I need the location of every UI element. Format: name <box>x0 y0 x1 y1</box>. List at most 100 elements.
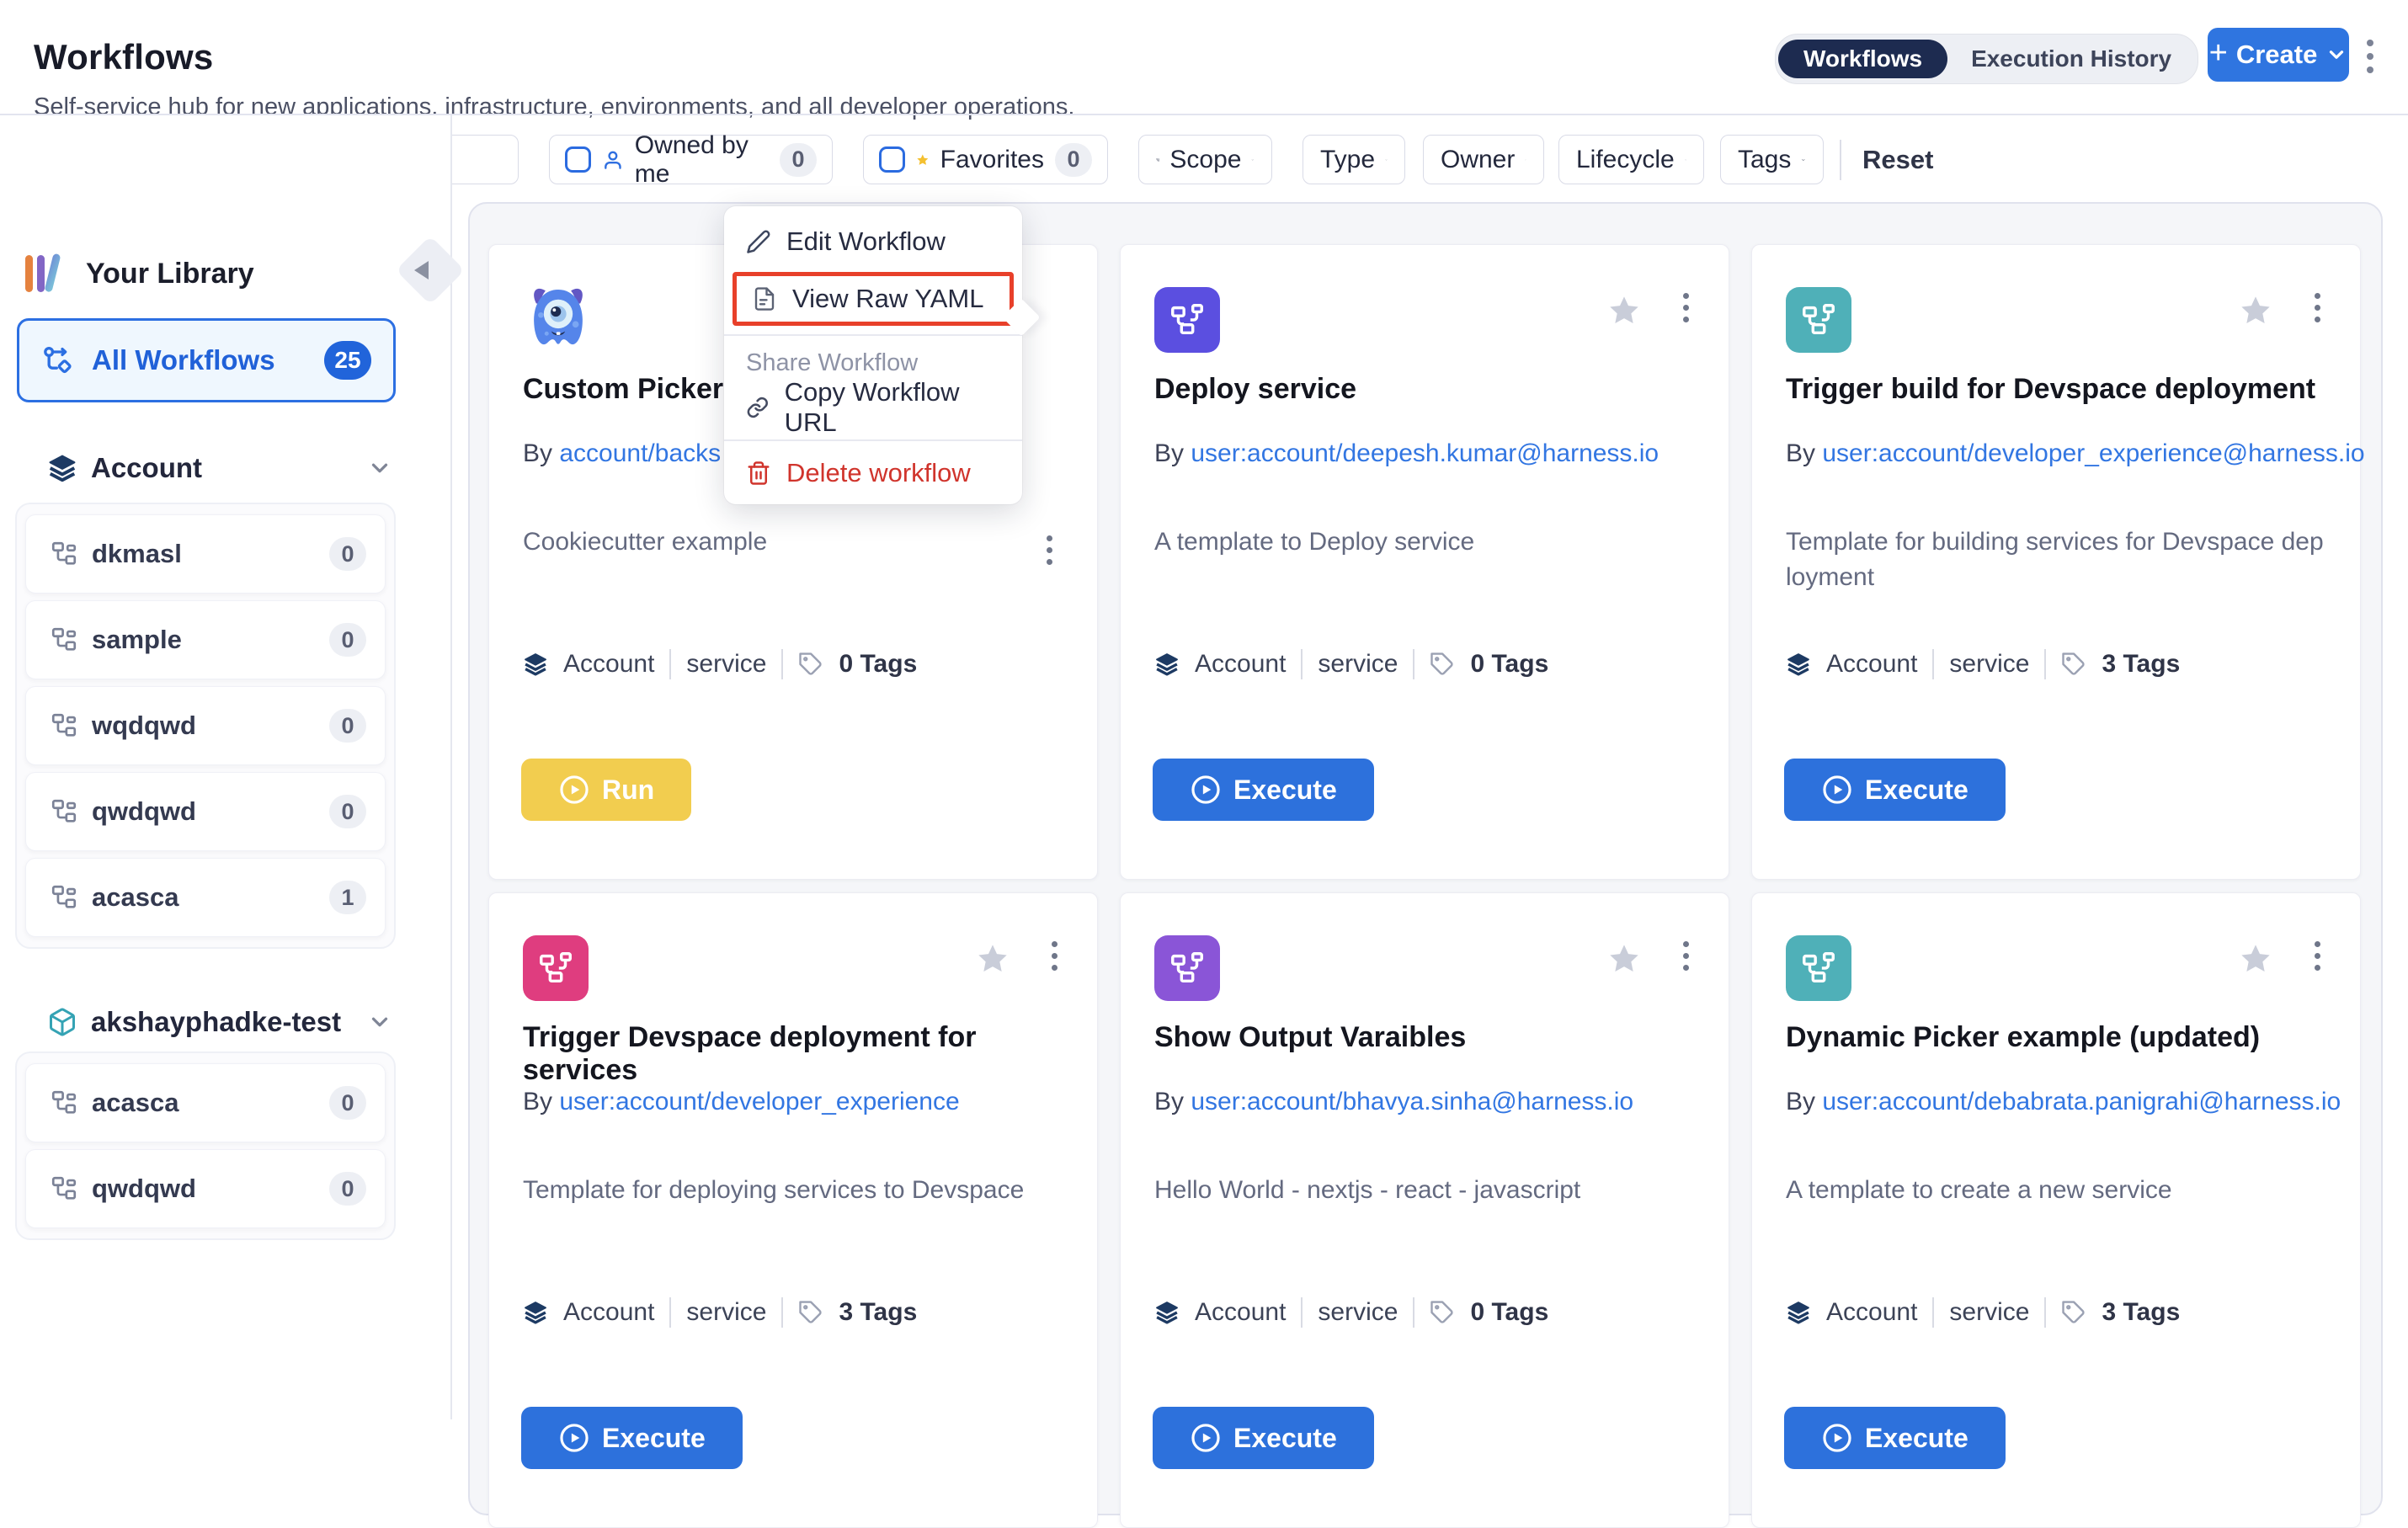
meta-divider <box>669 1297 671 1328</box>
owned-by-me-filter[interactable]: Owned by me 0 <box>549 135 833 184</box>
lifecycle-dropdown[interactable]: Lifecycle <box>1558 135 1704 184</box>
library-title: Your Library <box>86 258 254 290</box>
sidebar-collapse-button[interactable] <box>396 236 465 305</box>
reset-filters-button[interactable]: Reset <box>1862 135 1933 184</box>
owner-link[interactable]: user:account/debabrata.panigrahi@harness… <box>1822 1088 2341 1115</box>
sidebar-item-dkmasl[interactable]: dkmasl 0 <box>25 514 386 594</box>
execute-button[interactable]: Execute <box>1784 759 2006 821</box>
owner-link[interactable]: user:account/developer_experience@harnes… <box>1822 439 2364 467</box>
play-circle-icon <box>1821 774 1853 806</box>
hierarchy-icon <box>50 1174 78 1203</box>
sidebar-item-all-workflows[interactable]: All Workflows 25 <box>17 318 396 402</box>
item-count: 0 <box>329 795 366 828</box>
card-title: Trigger build for Devspace deployment <box>1786 373 2325 406</box>
card-menu-button[interactable] <box>1676 937 1695 974</box>
card-meta: Account service 3 Tags <box>523 1297 917 1328</box>
card-scope: Account <box>563 1298 654 1327</box>
owner-link[interactable]: user:account/deepesh.kumar@harness.io <box>1191 439 1659 467</box>
sidebar-section-akshayphadke-test[interactable]: akshayphadke-test <box>47 1006 392 1038</box>
execute-button[interactable]: Execute <box>1153 759 1374 821</box>
owner-link[interactable]: user:account/developer_experience <box>559 1088 959 1115</box>
sidebar-item-wqdqwd[interactable]: wqdqwd 0 <box>25 686 386 765</box>
chevron-down-icon <box>367 455 392 481</box>
workflow-card-trigger-devspace[interactable]: Trigger Devspace deployment for services… <box>488 892 1098 1528</box>
pencil-icon <box>746 229 771 254</box>
workflow-card-deploy-service[interactable]: Deploy service By user:account/deepesh.k… <box>1120 244 1729 880</box>
flowchart-icon <box>1168 949 1207 988</box>
card-menu-button[interactable] <box>1676 289 1695 326</box>
menu-item-edit-workflow[interactable]: Edit Workflow <box>724 218 1022 265</box>
sidebar-item-acasca[interactable]: acasca 1 <box>25 858 386 937</box>
create-button-label: Create <box>2236 40 2318 70</box>
card-title: Trigger Devspace deployment for services <box>523 1021 1062 1087</box>
scope-dropdown[interactable]: Scope <box>1138 135 1272 184</box>
favorite-star-icon[interactable] <box>2239 294 2272 327</box>
by-prefix: By <box>1786 1088 1815 1115</box>
by-prefix: By <box>1154 439 1184 467</box>
card-tags: 3 Tags <box>2102 650 2180 679</box>
workflow-card-show-output[interactable]: Show Output Varaibles By user:account/bh… <box>1120 892 1729 1528</box>
menu-item-delete-workflow[interactable]: Delete workflow <box>724 450 1022 497</box>
library-logo-icon <box>24 250 67 297</box>
sidebar-item-qwdqwd[interactable]: qwdqwd 0 <box>25 772 386 851</box>
person-icon <box>602 147 624 173</box>
meta-divider <box>1413 649 1414 679</box>
tab-execution-history[interactable]: Execution History <box>1947 45 2195 72</box>
menu-item-view-raw-yaml[interactable]: View Raw YAML <box>737 276 1010 322</box>
chevron-down-icon <box>1525 150 1526 170</box>
sidebar-section-account[interactable]: Account <box>47 452 392 484</box>
kebab-dot <box>2315 953 2320 959</box>
owned-by-me-checkbox[interactable] <box>565 146 591 173</box>
sidebar-item-qwdqwd-2[interactable]: qwdqwd 0 <box>25 1149 386 1228</box>
kebab-dot <box>2367 53 2373 60</box>
workflow-card-dynamic-picker[interactable]: Dynamic Picker example (updated) By user… <box>1751 892 2361 1528</box>
execute-button[interactable]: Execute <box>1784 1407 2006 1469</box>
create-button[interactable]: + Create <box>2208 28 2349 82</box>
execute-button[interactable]: Execute <box>521 1407 743 1469</box>
cube-icon <box>47 1007 77 1037</box>
page-menu-button[interactable] <box>2357 34 2383 79</box>
card-title: Dynamic Picker example (updated) <box>1786 1021 2325 1054</box>
menu-item-label: Copy Workflow URL <box>785 377 1000 438</box>
run-button[interactable]: Run <box>521 759 691 821</box>
card-menu-button[interactable] <box>2308 937 2326 974</box>
workflow-card-trigger-build[interactable]: Trigger build for Devspace deployment By… <box>1751 244 2361 880</box>
favorite-star-icon[interactable] <box>1607 942 1641 976</box>
favorites-label: Favorites <box>940 146 1044 174</box>
card-description: Hello World - nextjs - react - javascrip… <box>1154 1173 1697 1208</box>
card-byline: By user:account/bhavya.sinha@harness.io <box>1154 1083 1734 1121</box>
menu-item-copy-workflow-url[interactable]: Copy Workflow URL <box>724 384 1022 431</box>
card-byline: By user:account/debabrata.panigrahi@harn… <box>1786 1083 2365 1121</box>
card-menu-button[interactable] <box>1045 937 1063 974</box>
owner-link[interactable]: user:account/bhavya.sinha@harness.io <box>1191 1088 1633 1115</box>
flowchart-icon <box>1168 301 1207 339</box>
kebab-dot <box>2315 941 2320 947</box>
card-type: service <box>1949 650 2029 679</box>
sidebar-item-sample[interactable]: sample 0 <box>25 600 386 679</box>
meta-divider <box>2044 1297 2046 1328</box>
favorite-star-icon[interactable] <box>1607 294 1641 327</box>
chevron-down-icon <box>1385 150 1388 170</box>
favorites-filter[interactable]: Favorites 0 <box>863 135 1108 184</box>
card-type: service <box>1318 650 1398 679</box>
kebab-dot <box>2315 965 2320 971</box>
card-description: A template to create a new service <box>1786 1173 2328 1208</box>
favorite-star-icon[interactable] <box>2239 942 2272 976</box>
owner-dropdown[interactable]: Owner <box>1423 135 1544 184</box>
card-menu-button[interactable] <box>2308 289 2326 326</box>
favorites-checkbox[interactable] <box>879 146 905 173</box>
sidebar-item-acasca-2[interactable]: acasca 0 <box>25 1063 386 1142</box>
tags-dropdown[interactable]: Tags <box>1720 135 1824 184</box>
card-type: service <box>686 1298 766 1327</box>
section-akshayphadke-test-label: akshayphadke-test <box>91 1006 354 1038</box>
hierarchy-icon <box>50 1089 78 1117</box>
layers-icon <box>47 453 77 483</box>
hierarchy-icon <box>1156 147 1159 173</box>
tab-workflows[interactable]: Workflows <box>1778 40 1947 78</box>
tag-icon <box>1430 652 1455 677</box>
favorite-star-icon[interactable] <box>976 942 1010 976</box>
execute-button[interactable]: Execute <box>1153 1407 1374 1469</box>
type-dropdown[interactable]: Type <box>1303 135 1405 184</box>
card-byline: By user:account/developer_experience <box>523 1083 1102 1121</box>
owner-link[interactable]: account/backs <box>559 439 721 467</box>
